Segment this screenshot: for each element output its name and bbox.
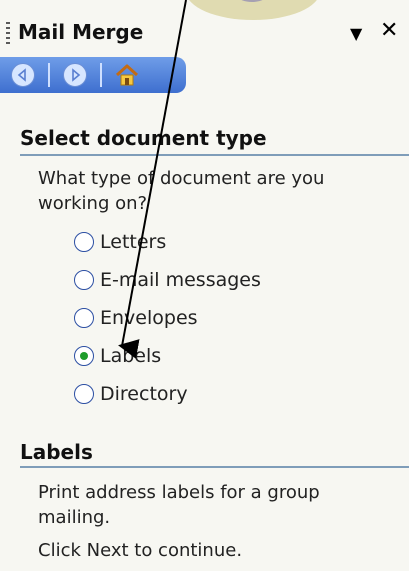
radio-button[interactable] [74,384,94,404]
dropdown-arrow-icon[interactable]: ▼ [350,24,362,43]
option-label: Envelopes [100,307,198,329]
radio-button[interactable] [74,270,94,290]
description-line: mailing. [38,507,111,528]
back-button[interactable] [8,60,38,90]
forward-arrow-icon [63,63,87,87]
question-text: What type of document are you working on… [38,166,324,216]
mail-merge-task-pane: Mail Merge ▼ ✕ Select document type What… [0,0,409,571]
option-labels[interactable]: Labels [74,341,161,371]
labels-heading: Labels [20,440,93,464]
toolbar-separator [100,63,102,87]
labels-description: Print address labels for a group mailing… [38,480,320,530]
question-line: What type of document are you [38,168,325,189]
radio-button-selected[interactable] [74,346,94,366]
forward-button[interactable] [60,60,90,90]
toolbar-separator [48,63,50,87]
task-pane-title-bar: Mail Merge ▼ ✕ [0,12,409,52]
question-line: working on? [38,193,148,214]
home-icon[interactable] [112,60,142,90]
instruction-text: Click Next to continue. [38,540,243,561]
option-label: Labels [100,345,162,367]
option-letters[interactable]: Letters [74,227,166,257]
radio-button[interactable] [74,232,94,252]
close-icon[interactable]: ✕ [380,20,398,42]
option-label: Directory [100,383,188,405]
option-label: E-mail messages [100,269,261,291]
back-arrow-icon [11,63,35,87]
description-line: Print address labels for a group [38,482,320,503]
radio-selected-dot [80,352,88,360]
option-label: Letters [100,231,167,253]
pane-title: Mail Merge [18,20,144,44]
option-email-messages[interactable]: E-mail messages [74,265,261,295]
grip-handle-icon[interactable] [6,22,10,44]
section-divider [20,154,409,156]
select-document-type-heading: Select document type [20,126,267,150]
navigation-toolbar [0,57,186,93]
option-envelopes[interactable]: Envelopes [74,303,198,333]
option-directory[interactable]: Directory [74,379,188,409]
radio-button[interactable] [74,308,94,328]
section-divider [20,466,409,468]
